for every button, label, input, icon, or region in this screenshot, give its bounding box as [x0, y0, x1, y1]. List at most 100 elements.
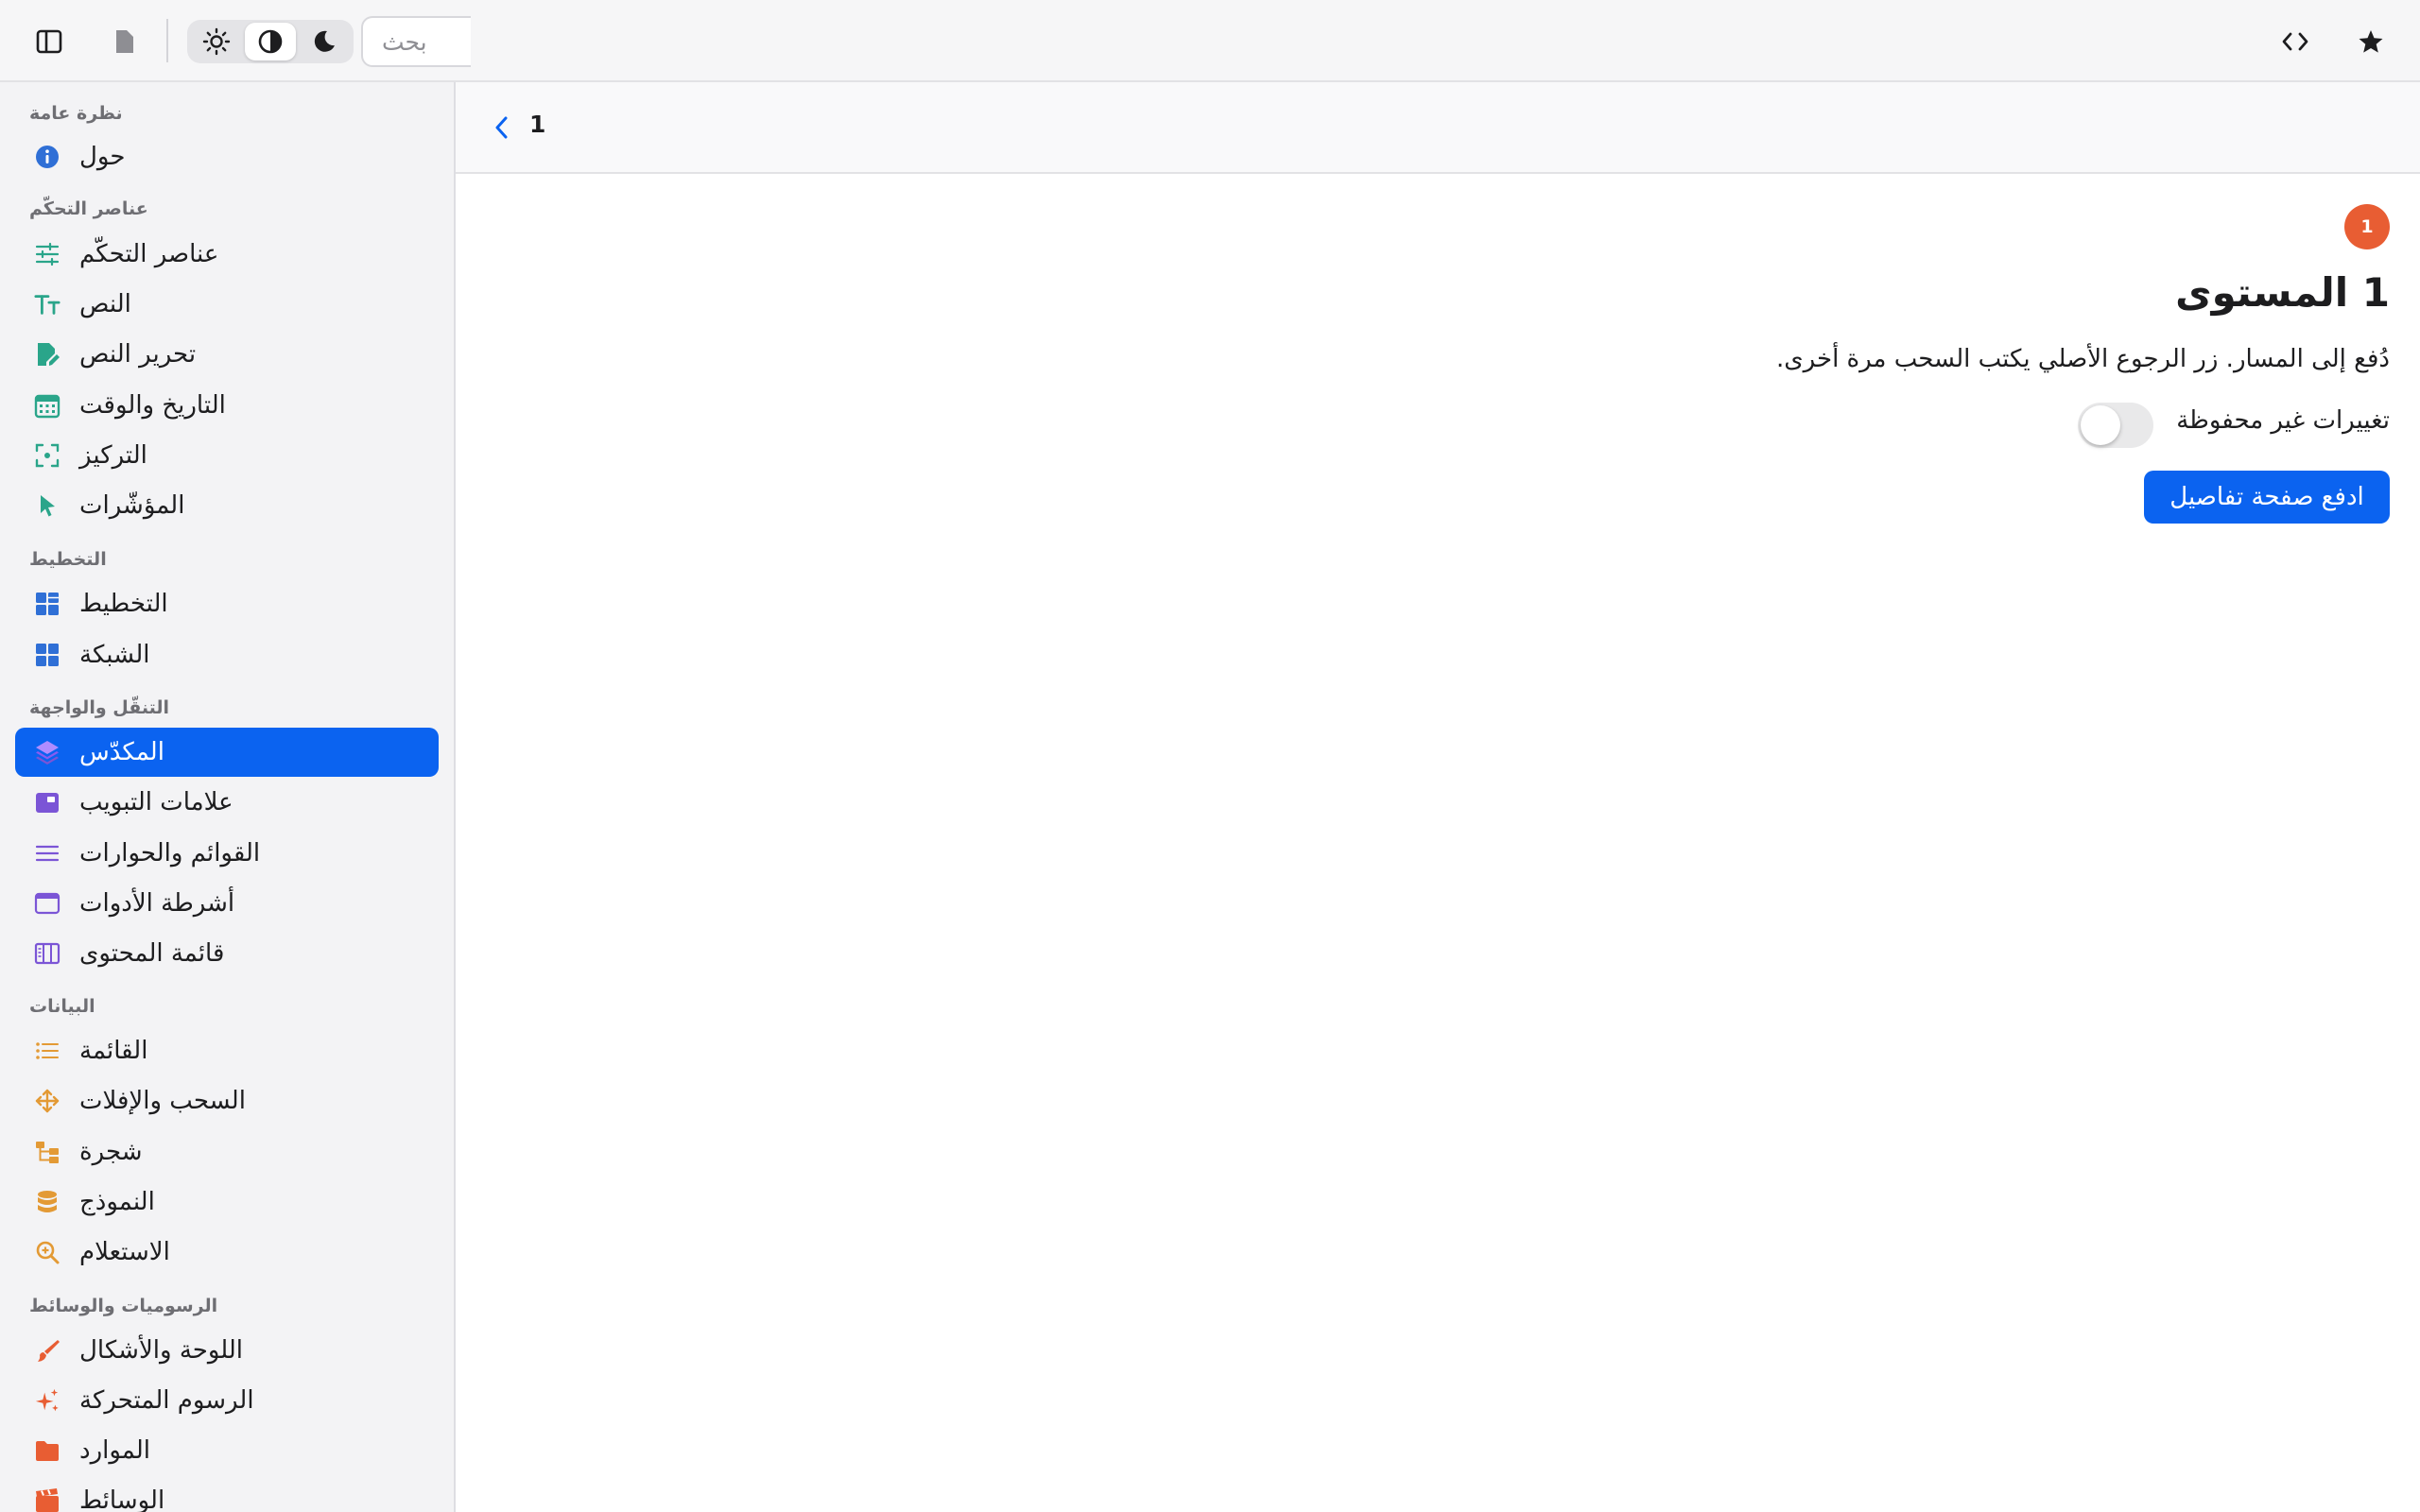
detail-pane: 1 1 1 المستوى دُفع إلى المسار. زر الرجوع…: [456, 82, 2420, 1512]
tabs-icon: [34, 789, 60, 816]
sidebar-item-label: الاستعلام: [79, 1238, 170, 1266]
push-detail-button[interactable]: ادفع صفحة تفاصيل: [2144, 471, 2390, 524]
sidebar-item-label: الوسائط: [79, 1486, 165, 1512]
sidebar-item-label: حول: [79, 143, 126, 171]
sidebar-item-label: التاريخ والوقت: [79, 391, 226, 420]
sidebar-item-tree[interactable]: شجرة: [15, 1127, 439, 1177]
database-icon: [34, 1189, 60, 1215]
toolbar: [0, 0, 2420, 82]
sidebar-item-label: أشرطة الأدوات: [79, 889, 235, 918]
sidebar-item-label: شجرة: [79, 1138, 143, 1166]
sidebar-item-label: النص: [79, 290, 131, 318]
sidebar-item-model[interactable]: النموذج: [15, 1177, 439, 1227]
sidebar-item-resources[interactable]: الموارد: [15, 1426, 439, 1475]
sidebar-item-label: السحب والإفلات: [79, 1087, 246, 1115]
sidebar-item-label: الشبكة: [79, 641, 150, 669]
sidebar-item-label: قائمة المحتوى: [79, 939, 225, 968]
sidebar-item-pointers[interactable]: المؤشّرات: [15, 481, 439, 530]
sidebar-item-animations[interactable]: الرسوم المتحركة: [15, 1376, 439, 1425]
back-button[interactable]: [484, 111, 518, 145]
sidebar-item-label: القوائم والحوارات: [79, 839, 261, 868]
code-button[interactable]: [2274, 23, 2316, 60]
sidebar-item-date-time[interactable]: التاريخ والوقت: [15, 381, 439, 430]
sidebar-item-label: النموذج: [79, 1188, 155, 1216]
sidebar-item-grid[interactable]: الشبكة: [15, 630, 439, 679]
sidebar-item-menus-dialogs[interactable]: القوائم والحوارات: [15, 829, 439, 878]
sidebar-item-label: المؤشّرات: [79, 491, 185, 520]
sidebar-item-list[interactable]: القائمة: [15, 1026, 439, 1075]
sidebar-item-query[interactable]: الاستعلام: [15, 1228, 439, 1277]
sidebar-item-label: اللوحة والأشكال: [79, 1336, 244, 1365]
page-title: 1 المستوى: [2175, 269, 2390, 316]
sparkles-icon: [34, 1387, 60, 1414]
appearance-segmented-control: [187, 20, 354, 63]
sidebar-item-label: علامات التبويب: [79, 788, 233, 816]
section-title-controls: عناصر التحكّم: [29, 198, 148, 219]
sidebar-item-canvas-shapes[interactable]: اللوحة والأشكال: [15, 1326, 439, 1375]
section-title-data: البيانات: [29, 996, 95, 1017]
sidebar-item-label: تحرير النص: [79, 340, 197, 369]
focus-icon: [34, 442, 60, 469]
sidebar-item-stack[interactable]: المكدّس: [15, 728, 439, 777]
description-text: دُفع إلى المسار. زر الرجوع الأصلي يكتب ا…: [1776, 345, 2390, 373]
sun-icon: [202, 27, 231, 56]
sidebar-item-label: القائمة: [79, 1037, 148, 1065]
info-icon: [34, 144, 60, 170]
appearance-dark-button[interactable]: [299, 23, 350, 60]
nav-title: 1: [529, 111, 546, 138]
toggle-knob: [2081, 405, 2120, 445]
brush-icon: [34, 1337, 60, 1364]
sidebar-item-label: عناصر التحكّم: [79, 240, 219, 268]
sidebar-item-label: التركيز: [79, 441, 147, 470]
star-icon: [2359, 30, 2383, 53]
sliders-icon: [34, 241, 60, 267]
sidebar-item-media[interactable]: الوسائط: [15, 1476, 439, 1512]
appearance-light-button[interactable]: [191, 23, 242, 60]
stack-icon: [34, 739, 60, 765]
contrast-icon: [258, 29, 283, 54]
move-icon: [34, 1088, 60, 1114]
sidebar-item-layout[interactable]: التخطيط: [15, 579, 439, 628]
navigation-bar: 1: [456, 82, 2420, 174]
search-input[interactable]: [363, 18, 471, 65]
sidebar-item-label: الرسوم المتحركة: [79, 1386, 254, 1415]
doc-edit-icon: [34, 341, 60, 368]
favorite-button[interactable]: [2350, 23, 2392, 60]
sidebar-icon: [36, 29, 62, 54]
list-icon: [34, 1038, 60, 1064]
sidebar-item-about[interactable]: حول: [15, 132, 439, 181]
sidebar-item-focus[interactable]: التركيز: [15, 431, 439, 480]
sidebar-item-label: المكدّس: [79, 738, 164, 766]
text-size-icon: [34, 291, 60, 318]
window-icon: [34, 890, 60, 917]
document-icon: [116, 30, 133, 53]
appearance-auto-button[interactable]: [245, 23, 296, 60]
sidebar-item-label: الموارد: [79, 1436, 150, 1465]
zoom-icon: [34, 1239, 60, 1265]
sidebar: نظرة عامة حول عناصر التحكّم عناصر التحكّ…: [0, 82, 456, 1512]
sidebar-item-text[interactable]: النص: [15, 280, 439, 329]
sidebar-item-toolbars[interactable]: أشرطة الأدوات: [15, 879, 439, 928]
unsaved-changes-toggle[interactable]: [2078, 403, 2153, 448]
section-title-overview: نظرة عامة: [29, 103, 123, 124]
sidebar-item-label: التخطيط: [79, 590, 168, 618]
sidebar-item-content-list[interactable]: قائمة المحتوى: [15, 929, 439, 978]
section-title-graphics: الرسوميات والوسائط: [29, 1296, 218, 1316]
code-icon: [2282, 32, 2308, 51]
sidebar-item-controls[interactable]: عناصر التحكّم: [15, 230, 439, 279]
layout-icon: [34, 591, 60, 617]
document-button[interactable]: [104, 25, 146, 59]
unsaved-changes-label: تغييرات غير محفوظة: [2176, 406, 2390, 435]
sidebar-item-drag-drop[interactable]: السحب والإفلات: [15, 1076, 439, 1125]
section-title-navigation: التنقّل والواجهة: [29, 697, 170, 718]
search-field[interactable]: [361, 16, 471, 67]
level-badge: 1: [2344, 204, 2390, 249]
film-icon: [34, 1487, 60, 1512]
sidebar-toggle-button[interactable]: [28, 25, 70, 59]
section-title-layout: التخطيط: [29, 549, 107, 570]
sidebar-item-tabs[interactable]: علامات التبويب: [15, 778, 439, 827]
grid-icon: [34, 642, 60, 668]
chevron-left-icon: [495, 116, 508, 139]
columns-icon: [34, 940, 60, 967]
sidebar-item-text-editing[interactable]: تحرير النص: [15, 330, 439, 379]
